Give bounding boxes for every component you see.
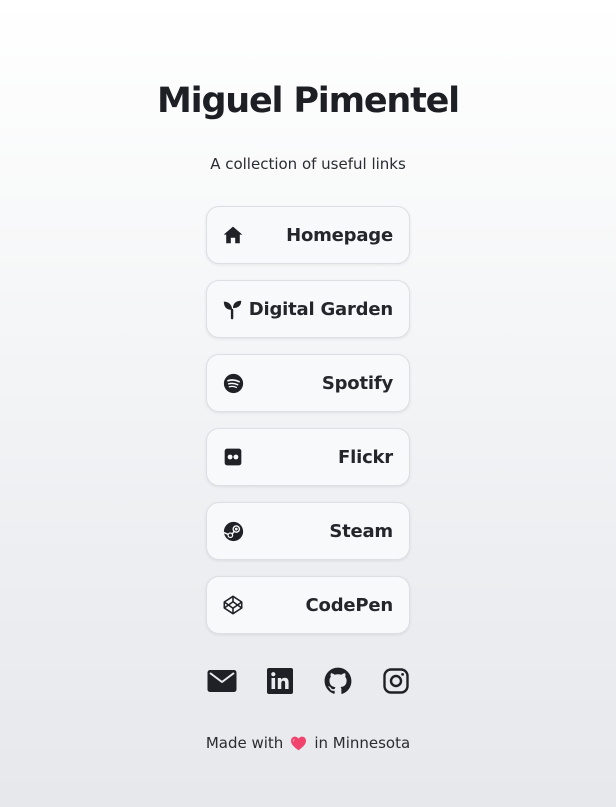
link-label: Flickr <box>338 446 393 468</box>
spotify-icon <box>222 372 244 394</box>
link-page: Miguel Pimentel A collection of useful l… <box>0 0 616 807</box>
link-label: CodePen <box>305 594 394 616</box>
instagram-link[interactable] <box>381 668 411 698</box>
steam-link-button[interactable]: Steam <box>206 502 410 560</box>
link-label: Digital Garden <box>248 298 393 320</box>
footer: Made with in Minnesota <box>0 733 616 753</box>
flickr-icon <box>222 446 244 468</box>
codepen-link-button[interactable]: CodePen <box>206 576 410 634</box>
heart-icon <box>290 736 307 751</box>
mail-icon <box>207 669 237 697</box>
spotify-link-button[interactable]: Spotify <box>206 354 410 412</box>
linkedin-icon <box>267 668 293 698</box>
digital-garden-link-button[interactable]: Digital Garden <box>206 280 410 338</box>
footer-suffix: in Minnesota <box>314 734 411 752</box>
link-label: Steam <box>329 520 393 542</box>
github-link[interactable] <box>323 667 353 699</box>
email-link[interactable] <box>207 668 237 698</box>
sprout-icon <box>222 298 244 320</box>
homepage-link-button[interactable]: Homepage <box>206 206 410 264</box>
link-list: Homepage Digital Garden Spotify Flickr S… <box>206 206 410 650</box>
github-icon <box>324 667 352 699</box>
page-title: Miguel Pimentel <box>157 81 460 121</box>
link-label: Spotify <box>321 372 393 394</box>
home-icon <box>222 224 244 246</box>
codepen-icon <box>222 594 244 616</box>
instagram-icon <box>383 668 409 698</box>
social-links <box>207 667 411 699</box>
page-subtitle: A collection of useful links <box>210 155 406 173</box>
linkedin-link[interactable] <box>265 668 295 698</box>
footer-prefix: Made with <box>205 734 284 752</box>
link-label: Homepage <box>286 224 393 246</box>
flickr-link-button[interactable]: Flickr <box>206 428 410 486</box>
steam-icon <box>222 520 244 542</box>
